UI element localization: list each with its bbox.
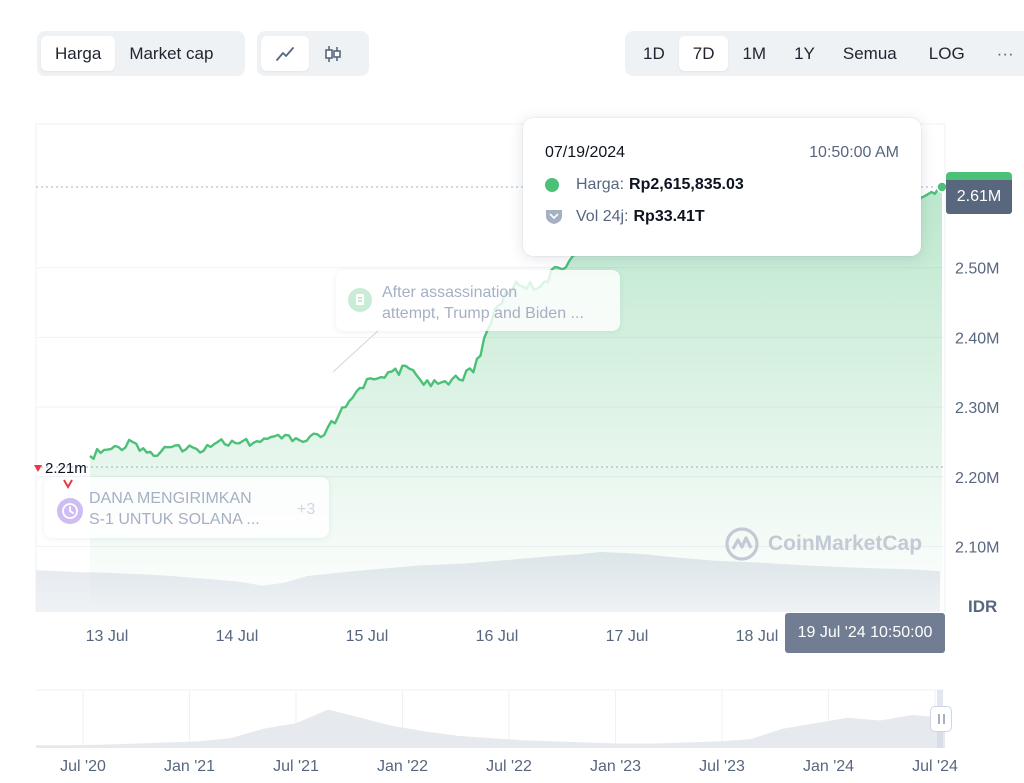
- current-price-tag: 2.61M: [946, 172, 1012, 214]
- x-tick-label: 17 Jul: [606, 628, 649, 645]
- navigator-x-tick-label: Jan '24: [803, 758, 854, 775]
- document-icon: [348, 288, 372, 312]
- tooltip-volume-label: Vol 24j:: [576, 208, 629, 225]
- price-dot-icon: [545, 178, 559, 192]
- current-price-label: 2.61M: [946, 180, 1012, 214]
- hover-tooltip: 07/19/2024 10:50:00 AM Harga: Rp2,615,83…: [523, 118, 921, 256]
- low-marker-icon: [63, 479, 73, 490]
- navigator-x-tick-label: Jul '21: [273, 758, 319, 775]
- hover-time-tag: 19 Jul '24 10:50:00: [785, 613, 945, 653]
- news-text: After assassination attempt, Trump and B…: [382, 282, 584, 324]
- news-line: S-1 UNTUK SOLANA ...: [89, 511, 260, 528]
- grip-line: [937, 714, 940, 724]
- y-tick-label: 2.50M: [955, 261, 999, 278]
- x-tick-label: 14 Jul: [216, 628, 259, 645]
- tooltip-volume-row: Vol 24j: Rp33.41T: [545, 208, 899, 226]
- tooltip-price-label: Harga:: [576, 176, 625, 193]
- navigator-x-tick-label: Jul '20: [60, 758, 106, 775]
- news-card[interactable]: After assassination attempt, Trump and B…: [336, 270, 620, 331]
- tooltip-volume-value: Rp33.41T: [633, 208, 705, 225]
- tooltip-price-row: Harga: Rp2,615,835.03: [545, 176, 899, 194]
- x-tick-label: 16 Jul: [476, 628, 519, 645]
- navigator-area: [36, 709, 945, 748]
- news-text: DANA MENGIRIMKAN S-1 UNTUK SOLANA ...: [89, 488, 260, 530]
- news-more-count: +3: [297, 501, 316, 518]
- y-tick-label: 2.30M: [955, 400, 999, 417]
- navigator-drag-handle[interactable]: [930, 706, 952, 732]
- tooltip-time: 10:50:00 AM: [809, 144, 899, 161]
- news-connector-line: [332, 328, 381, 373]
- clock-icon: [57, 498, 83, 524]
- news-line: DANA MENGIRIMKAN: [89, 490, 252, 507]
- y-tick-label: 2.20M: [955, 470, 999, 487]
- y-tick-label: 2.10M: [955, 539, 999, 556]
- news-line: attempt, Trump and Biden ...: [382, 305, 584, 322]
- navigator-x-tick-label: Jan '23: [590, 758, 641, 775]
- x-tick-label: 15 Jul: [346, 628, 389, 645]
- x-tick-label: 18 Jul: [736, 628, 779, 645]
- low-price-marker: 2.21m: [34, 460, 87, 477]
- volume-shield-icon: [546, 210, 562, 224]
- coinmarketcap-watermark: CoinMarketCap: [724, 526, 922, 562]
- low-price-label: 2.21m: [45, 460, 87, 477]
- coinmarketcap-logo-icon: [725, 527, 759, 561]
- grip-line: [942, 714, 945, 724]
- tooltip-date: 07/19/2024: [545, 144, 626, 161]
- watermark-text: CoinMarketCap: [768, 532, 923, 555]
- currency-label: IDR: [968, 597, 998, 616]
- x-tick-label: 13 Jul: [86, 628, 129, 645]
- navigator-x-tick-label: Jul '23: [699, 758, 745, 775]
- navigator-x-tick-label: Jan '21: [164, 758, 215, 775]
- navigator-x-tick-label: Jul '24: [912, 758, 958, 775]
- navigator-x-tick-label: Jul '22: [486, 758, 532, 775]
- y-tick-label: 2.40M: [955, 330, 999, 347]
- navigator-x-tick-label: Jan '22: [377, 758, 428, 775]
- tooltip-price-value: Rp2,615,835.03: [629, 176, 744, 193]
- down-triangle-icon: [34, 465, 42, 472]
- news-card[interactable]: DANA MENGIRIMKAN S-1 UNTUK SOLANA ... +3: [44, 477, 329, 538]
- news-line: After assassination: [382, 284, 518, 301]
